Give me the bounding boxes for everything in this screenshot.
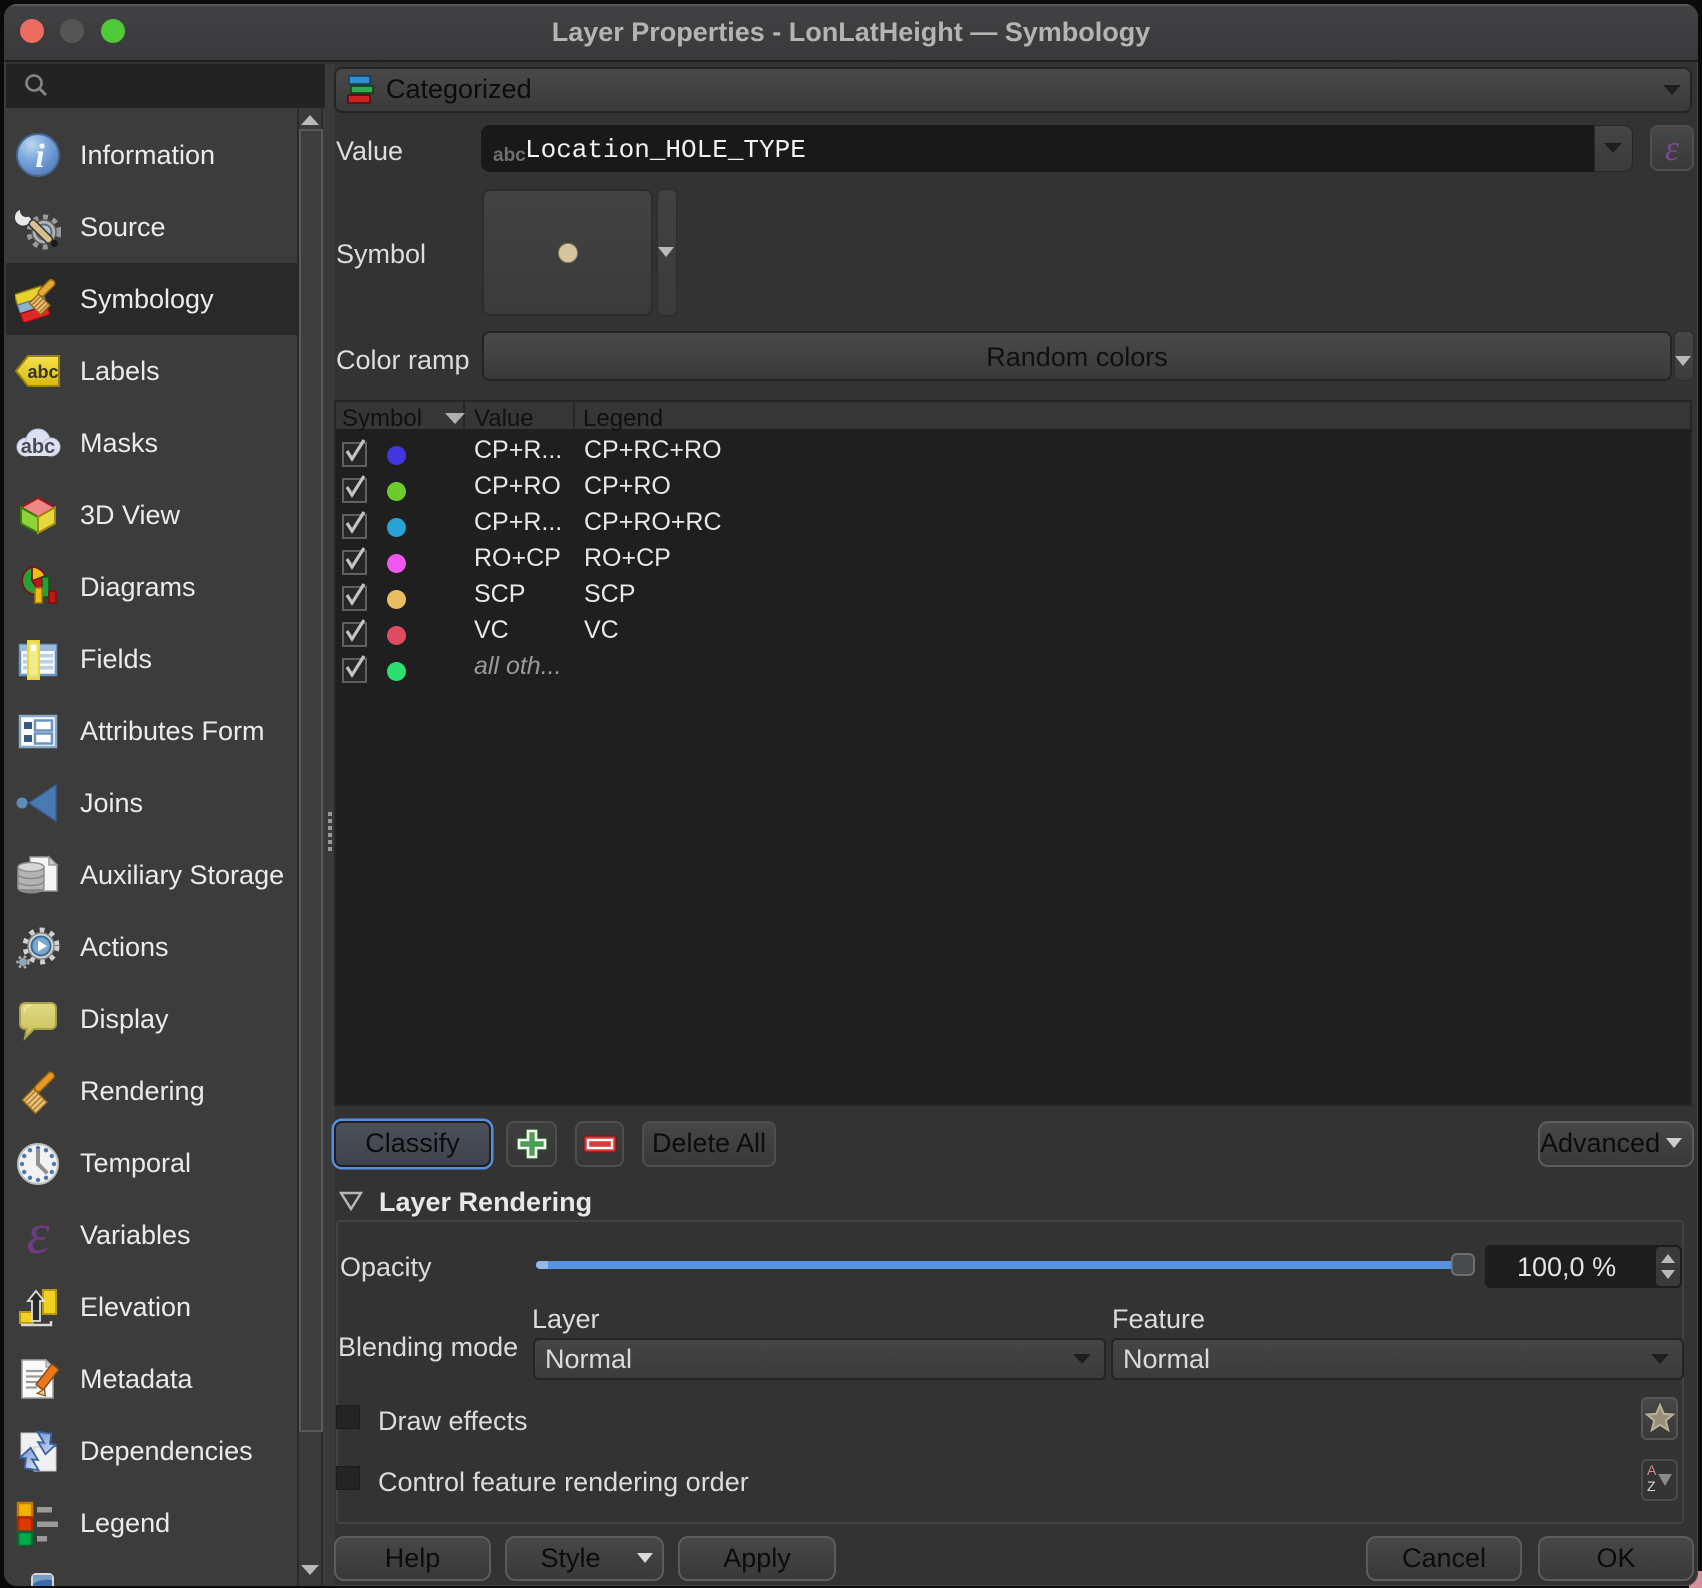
svg-text:abc: abc: [27, 362, 58, 382]
svg-text:i: i: [35, 138, 45, 175]
svg-text:ε: ε: [27, 1212, 50, 1258]
svg-text:abc: abc: [21, 436, 55, 458]
